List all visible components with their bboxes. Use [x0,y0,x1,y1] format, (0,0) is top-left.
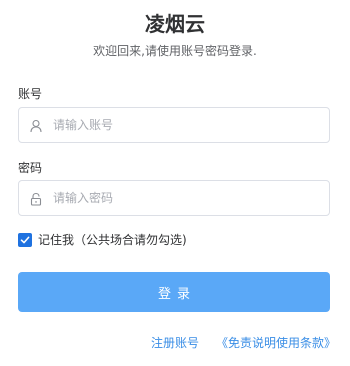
account-label: 账号 [18,87,43,101]
lock-icon [29,191,43,206]
remember-me[interactable]: 记住我（公共场合请勿勾选) [18,232,187,248]
login-button[interactable]: 登录 [18,272,330,312]
password-field[interactable] [18,180,330,216]
login-panel: 凌烟云 欢迎回来,请使用账号密码登录. 账号 密码 记住我（公共场合请勿 [0,0,350,366]
user-icon [29,118,43,133]
password-label: 密码 [18,161,43,175]
app-title: 凌烟云 [145,12,205,36]
register-link[interactable]: 注册账号 [151,335,199,351]
checkmark-icon [20,236,30,244]
remember-checkbox[interactable] [18,233,32,247]
account-input[interactable] [53,108,313,142]
password-input[interactable] [53,181,313,215]
disclaimer-link[interactable]: 《免责说明使用条款》 [216,335,336,351]
account-field[interactable] [18,107,330,143]
remember-label[interactable]: 记住我（公共场合请勿勾选) [38,232,187,248]
welcome-subtitle: 欢迎回来,请使用账号密码登录. [93,44,257,58]
